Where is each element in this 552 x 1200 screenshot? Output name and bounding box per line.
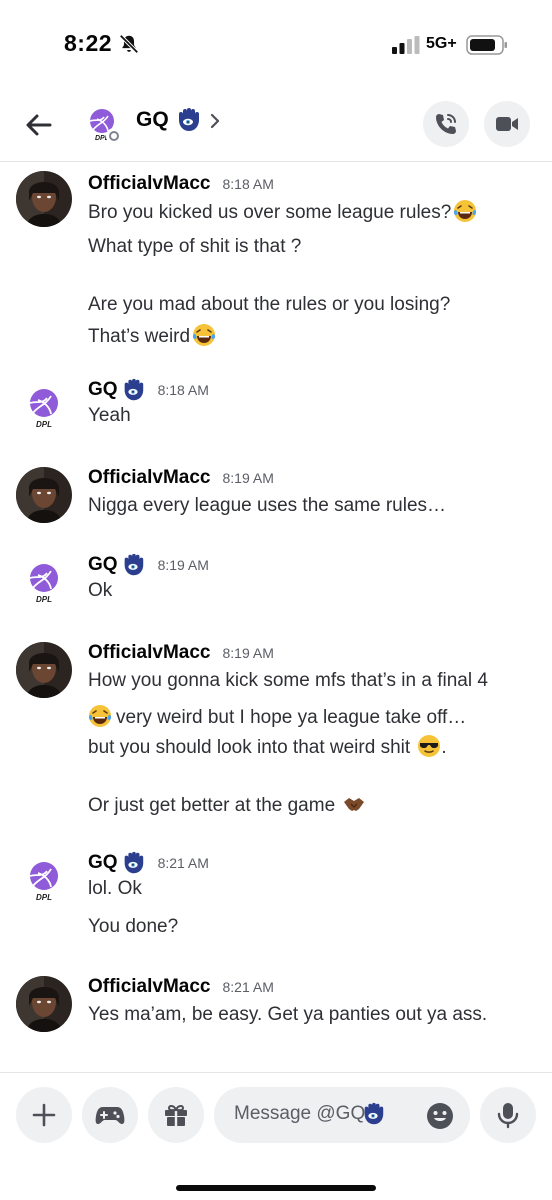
message-line: That’s weird — [88, 323, 216, 348]
joy-emoji-icon — [88, 704, 112, 728]
user-avatar[interactable] — [16, 379, 72, 435]
message-list[interactable]: OfficialvMacc 8:18 AM Bro you kicked us … — [0, 163, 552, 1068]
joy-emoji-icon — [192, 323, 216, 347]
author-name[interactable]: OfficialvMacc — [88, 173, 211, 195]
home-indicator — [176, 1185, 376, 1191]
video-call-button[interactable] — [484, 101, 530, 147]
gift-icon — [165, 1104, 187, 1126]
hamsa-emoji-icon — [120, 850, 146, 876]
message-placeholder: Message @GQ — [234, 1103, 366, 1124]
activities-button[interactable] — [82, 1087, 138, 1143]
back-arrow-icon[interactable] — [22, 108, 56, 142]
message-header: OfficialvMacc 8:19 AM — [88, 465, 274, 491]
author-name[interactable]: GQ — [88, 379, 118, 401]
message-line: but you should look into that weird shit… — [88, 734, 447, 759]
video-camera-icon — [496, 117, 518, 131]
status-bar: 8:22 5G+ — [0, 0, 552, 92]
message-line: Yes ma’am, be easy. Get ya panties out y… — [88, 1004, 488, 1025]
timestamp: 8:19 AM — [222, 645, 274, 661]
message-line: Yeah — [88, 405, 131, 426]
add-attachment-button[interactable] — [16, 1087, 72, 1143]
timestamp: 8:18 AM — [222, 176, 274, 192]
message-header: OfficialvMacc 8:21 AM — [88, 974, 274, 1000]
message-line: Nigga every league uses the same rules… — [88, 495, 447, 516]
offline-status-icon — [106, 128, 122, 144]
timestamp: 8:21 AM — [222, 979, 274, 995]
emoji-picker-icon[interactable] — [426, 1102, 454, 1130]
user-avatar[interactable] — [16, 467, 72, 523]
message-line: How you gonna kick some mfs that’s in a … — [88, 670, 488, 691]
microphone-icon — [497, 1103, 519, 1129]
message-header: OfficialvMacc 8:18 AM — [88, 171, 274, 197]
gift-button[interactable] — [148, 1087, 204, 1143]
author-name[interactable]: OfficialvMacc — [88, 976, 211, 998]
chat-header: DPL GQ — [0, 92, 552, 162]
network-type: 5G+ — [426, 35, 457, 52]
message-line: What type of shit is that ? — [88, 236, 302, 257]
hamsa-emoji-icon — [360, 1101, 386, 1127]
handshake-emoji-icon — [342, 792, 366, 816]
user-avatar[interactable] — [16, 642, 72, 698]
hamsa-emoji-icon — [120, 377, 146, 403]
timestamp: 8:19 AM — [157, 557, 209, 573]
message-line: You done? — [88, 916, 179, 937]
message-line: lol. Ok — [88, 878, 142, 899]
message-input[interactable]: Message @GQ — [214, 1087, 470, 1143]
message-header: GQ 8:18 AM — [88, 377, 209, 403]
voice-message-button[interactable] — [480, 1087, 536, 1143]
message-line: Or just get better at the game — [88, 792, 366, 817]
sunglasses-emoji-icon — [417, 734, 441, 758]
author-name[interactable]: GQ — [88, 554, 118, 576]
author-name[interactable]: GQ — [88, 852, 118, 874]
voice-call-button[interactable] — [423, 101, 469, 147]
battery-icon — [466, 35, 507, 55]
hamsa-emoji-icon — [179, 108, 199, 131]
timestamp: 8:19 AM — [222, 470, 274, 486]
status-time: 8:22 — [64, 30, 113, 56]
message-header: GQ 8:19 AM — [88, 552, 209, 578]
message-composer: Message @GQ — [0, 1072, 552, 1200]
message-line: very weird but I hope ya league take off… — [88, 704, 466, 729]
timestamp: 8:21 AM — [157, 855, 209, 871]
user-avatar[interactable] — [16, 554, 72, 610]
message-line: Are you mad about the rules or you losin… — [88, 294, 451, 315]
timestamp: 8:18 AM — [157, 382, 209, 398]
plus-icon — [32, 1103, 56, 1127]
gamepad-icon — [95, 1107, 125, 1124]
hamsa-emoji-icon — [120, 552, 146, 578]
joy-emoji-icon — [453, 199, 477, 223]
user-avatar[interactable] — [16, 976, 72, 1032]
cellular-signal-icon — [392, 36, 420, 54]
chevron-right-icon[interactable] — [208, 111, 222, 131]
message-header: OfficialvMacc 8:19 AM — [88, 640, 274, 666]
author-name[interactable]: OfficialvMacc — [88, 642, 211, 664]
phone-call-icon — [436, 114, 456, 134]
silent-bell-icon — [119, 34, 139, 54]
message-header: GQ 8:21 AM — [88, 850, 209, 876]
message-line: Ok — [88, 580, 113, 601]
channel-name[interactable]: GQ — [136, 108, 169, 132]
author-name[interactable]: OfficialvMacc — [88, 467, 211, 489]
user-avatar[interactable] — [16, 171, 72, 227]
user-avatar[interactable] — [16, 852, 72, 908]
message-line: Bro you kicked us over some league rules… — [88, 199, 477, 224]
